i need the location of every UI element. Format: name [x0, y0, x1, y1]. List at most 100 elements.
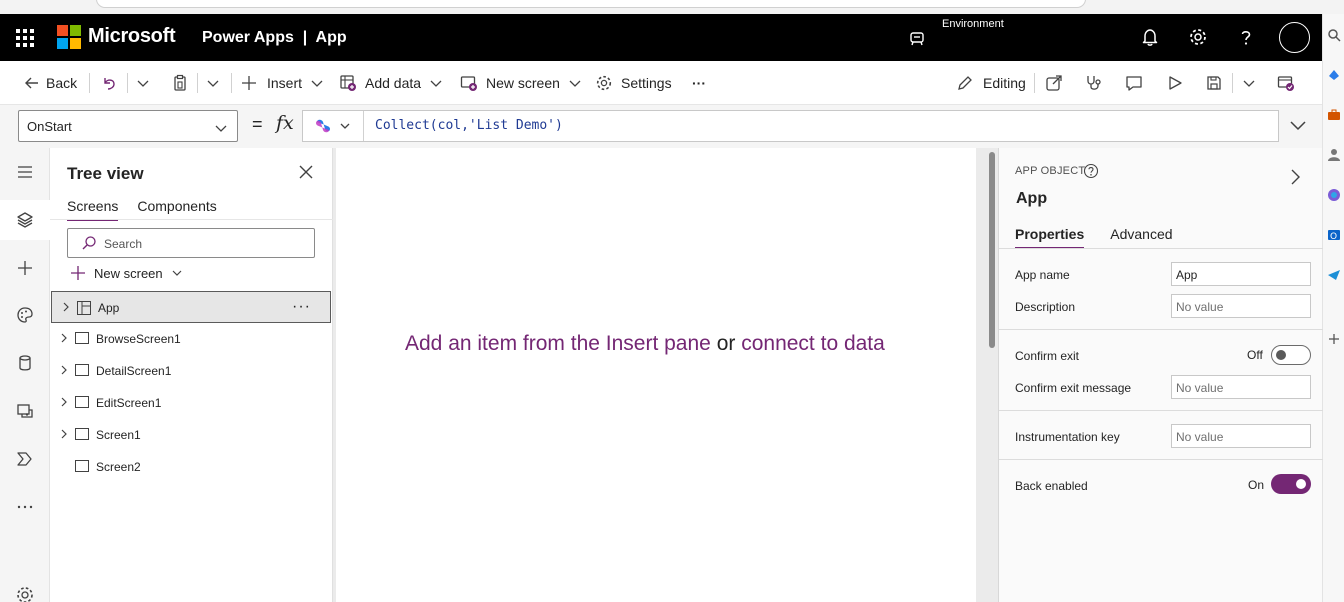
- close-icon[interactable]: [299, 165, 313, 179]
- back-label: Back: [46, 75, 78, 91]
- undo-dropdown-button[interactable]: [136, 61, 150, 105]
- chevron-right-icon[interactable]: [59, 429, 69, 439]
- undo-button[interactable]: [101, 61, 117, 105]
- confirm-exit-toggle[interactable]: [1271, 345, 1311, 365]
- canvas-scrollbar[interactable]: [989, 152, 995, 348]
- more-ellipsis-icon[interactable]: [15, 497, 35, 517]
- environment-label[interactable]: Environment: [942, 18, 1004, 30]
- object-type-label: APP OBJECT: [1015, 165, 1086, 177]
- browser-url-bar[interactable]: [96, 0, 1086, 8]
- help-icon[interactable]: [1236, 27, 1256, 47]
- formula-expression[interactable]: Collect(col,'List Demo'): [375, 118, 563, 133]
- app-name-label: App name: [1015, 268, 1070, 282]
- help-circle-icon[interactable]: [1083, 163, 1099, 179]
- chevron-right-icon[interactable]: [1288, 168, 1302, 186]
- app-name-input[interactable]: App: [1171, 262, 1311, 286]
- chevron-right-icon[interactable]: [59, 333, 69, 343]
- notifications-icon[interactable]: [1140, 27, 1160, 47]
- copilot-icon[interactable]: [314, 117, 332, 135]
- tree-item-label: BrowseScreen1: [96, 332, 181, 346]
- comment-icon: [1126, 76, 1142, 91]
- divider: [50, 219, 333, 220]
- save-button[interactable]: [1206, 61, 1222, 105]
- layers-tree-view-icon[interactable]: [15, 210, 35, 230]
- comments-button[interactable]: [1125, 61, 1143, 105]
- property-selector[interactable]: OnStart: [18, 110, 238, 142]
- chevron-down-icon: [1243, 80, 1255, 87]
- save-icon: [1207, 76, 1221, 90]
- share-button[interactable]: [1045, 61, 1063, 105]
- hamburger-menu-icon[interactable]: [15, 162, 35, 182]
- paste-dropdown-button[interactable]: [206, 61, 220, 105]
- power-automate-icon[interactable]: [15, 449, 35, 469]
- add-data-button[interactable]: Add data: [339, 61, 443, 105]
- object-title: App: [1016, 190, 1048, 207]
- account-avatar[interactable]: [1279, 22, 1310, 53]
- add-icon[interactable]: [1327, 332, 1341, 346]
- editing-mode-button[interactable]: Editing: [957, 61, 1026, 105]
- send-icon[interactable]: [1327, 268, 1341, 282]
- screen-icon: [75, 428, 89, 440]
- screen-canvas[interactable]: [336, 148, 976, 602]
- environment-icon[interactable]: [908, 29, 926, 47]
- data-cylinder-icon[interactable]: [15, 353, 35, 373]
- tab-properties[interactable]: Properties: [1015, 226, 1085, 249]
- copilot-icon[interactable]: [1327, 68, 1341, 82]
- settings-gear-icon[interactable]: [1188, 27, 1208, 47]
- expand-formula-chevron-icon[interactable]: [1289, 117, 1307, 133]
- back-enabled-toggle[interactable]: [1271, 474, 1311, 494]
- undo-icon: [104, 78, 115, 90]
- insert-plus-icon[interactable]: [15, 258, 35, 278]
- gear-icon: [596, 75, 612, 91]
- briefcase-icon[interactable]: [1327, 108, 1341, 122]
- share-icon: [1046, 75, 1062, 91]
- chevron-right-icon[interactable]: [59, 397, 69, 407]
- app-launcher-icon[interactable]: [16, 29, 34, 47]
- theme-palette-icon[interactable]: [15, 305, 35, 325]
- tree-item-detailscreen1[interactable]: DetailScreen1: [50, 355, 331, 387]
- chevron-right-icon[interactable]: [59, 365, 69, 375]
- new-screen-tree-button[interactable]: New screen: [70, 265, 183, 281]
- save-dropdown-button[interactable]: [1242, 61, 1256, 105]
- chevron-down-icon: [215, 125, 227, 132]
- connect-to-data-link[interactable]: connect to data: [741, 332, 885, 355]
- insert-pane-link[interactable]: Add an item from the Insert pane: [405, 332, 711, 355]
- gear-icon[interactable]: [15, 585, 35, 602]
- more-commands-button[interactable]: ···: [692, 61, 706, 105]
- chevron-right-icon[interactable]: [61, 302, 71, 312]
- paste-button[interactable]: [171, 61, 189, 105]
- instrumentation-key-input[interactable]: No value: [1171, 424, 1311, 448]
- new-screen-button[interactable]: New screen: [460, 61, 582, 105]
- insert-button[interactable]: Insert: [241, 61, 324, 105]
- tree-item-screen1[interactable]: Screen1: [50, 419, 331, 451]
- description-input[interactable]: No value: [1171, 294, 1311, 318]
- tree-item-editscreen1[interactable]: EditScreen1: [50, 387, 331, 419]
- chevron-down-icon: [569, 80, 581, 87]
- publish-button[interactable]: [1277, 61, 1295, 105]
- tree-search-input[interactable]: Search: [67, 228, 315, 258]
- divider: [197, 73, 198, 93]
- app-checker-button[interactable]: [1085, 61, 1103, 105]
- database-add-icon: [340, 75, 356, 91]
- divider: [363, 111, 364, 141]
- tree-item-app[interactable]: App ···: [51, 291, 331, 323]
- settings-button[interactable]: Settings: [595, 61, 672, 105]
- tab-components[interactable]: Components: [137, 198, 216, 219]
- tree-item-browsescreen1[interactable]: BrowseScreen1: [50, 323, 331, 355]
- equals-sign: =: [252, 114, 263, 134]
- tab-advanced[interactable]: Advanced: [1110, 226, 1172, 247]
- search-icon[interactable]: [1327, 28, 1341, 42]
- back-button[interactable]: Back: [24, 61, 77, 105]
- tree-item-label: App: [98, 301, 120, 315]
- tree-item-screen2[interactable]: Screen2: [50, 451, 331, 483]
- media-icon[interactable]: [15, 401, 35, 421]
- preview-button[interactable]: [1167, 61, 1183, 105]
- tree-item-more-button[interactable]: ···: [292, 298, 311, 316]
- people-icon[interactable]: [1327, 148, 1341, 162]
- m365-icon[interactable]: [1327, 188, 1341, 202]
- outlook-icon[interactable]: O: [1327, 228, 1341, 242]
- tab-screens[interactable]: Screens: [67, 198, 119, 221]
- chevron-down-icon[interactable]: [339, 120, 351, 132]
- confirm-exit-message-input[interactable]: No value: [1171, 375, 1311, 399]
- screen-icon: [75, 364, 89, 376]
